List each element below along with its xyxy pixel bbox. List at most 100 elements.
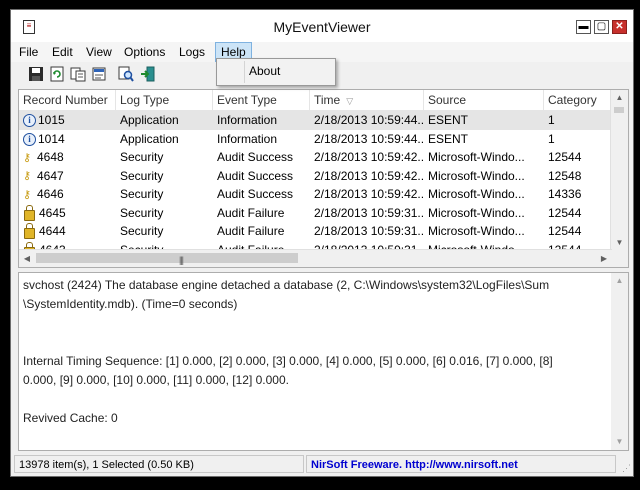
record-number-text: 1015 (38, 113, 65, 127)
time-cell: 2/18/2013 10:59:42... (314, 187, 424, 201)
nirsoft-link[interactable]: NirSoft Freeware. http://www.nirsoft.net (306, 455, 616, 473)
log-type-cell: Application (120, 113, 179, 127)
source-cell: ESENT (428, 131, 469, 146)
description-line: Internal Timing Sequence: [1] 0.000, [2]… (23, 354, 553, 368)
table-row[interactable]: ⚷ 4647 Security Audit Success 2/18/2013 10:5… (19, 167, 628, 186)
log-type-cell: Security (120, 150, 164, 164)
table-row[interactable]: ⚷ 4648 Security Audit Success 2/18/2013 10:5… (19, 148, 628, 167)
event-type-cell: Audit Success (217, 187, 294, 201)
menu-separator (244, 61, 245, 83)
key-icon: ⚷ (23, 151, 32, 164)
menu-edit[interactable]: Edit (47, 42, 78, 62)
column-header-time[interactable]: Time ▽ (310, 90, 424, 110)
status-item-count: 13978 item(s), 1 Selected (0.50 KB) (14, 455, 304, 473)
log-type-cell: Security (120, 187, 164, 201)
refresh-icon[interactable] (48, 66, 66, 84)
record-number-text: 4645 (39, 205, 66, 220)
table-row[interactable]: 4645 Security Audit Failure 2/18/2013 10:59… (19, 204, 628, 223)
scroll-left-icon[interactable]: ◀ (19, 250, 35, 267)
menu-options[interactable]: Options (119, 42, 170, 62)
lock-icon (24, 223, 35, 240)
source-cell: Microsoft-Windo... (428, 150, 525, 164)
source-cell: ESENT (428, 113, 469, 127)
event-type-cell: Audit Failure (217, 205, 285, 220)
record-number-text: 1014 (38, 131, 65, 146)
close-button[interactable]: ✕ (612, 20, 627, 34)
scroll-down-icon[interactable]: ▼ (611, 434, 628, 450)
key-icon: ⚷ (23, 170, 32, 183)
key-icon: ⚷ (23, 188, 32, 201)
vertical-scroll-thumb[interactable] (614, 107, 624, 113)
column-header-log-type[interactable]: Log Type (116, 90, 213, 110)
horizontal-scroll-thumb[interactable]: ||| (36, 253, 298, 265)
source-cell: Microsoft-Windo... (428, 168, 525, 183)
lock-icon (24, 204, 35, 221)
save-icon[interactable] (27, 66, 45, 84)
event-type-cell: Information (217, 113, 278, 127)
menu-item-about[interactable]: About (249, 64, 280, 78)
event-list[interactable]: Record Number Log Type Event Type Time ▽ … (18, 89, 629, 268)
event-details-pane[interactable]: svchost (2424) The database engine detac… (18, 272, 629, 451)
record-number-cell: ⚷ 4647 (19, 167, 116, 185)
info-icon: i (23, 114, 36, 128)
scroll-up-icon[interactable]: ▲ (611, 90, 628, 106)
scroll-right-icon[interactable]: ▶ (596, 250, 612, 267)
minimize-button[interactable]: ▬ (576, 20, 591, 34)
time-cell: 2/18/2013 10:59:44... (314, 131, 424, 146)
resize-grip-icon[interactable]: ⋰ (622, 463, 631, 474)
list-header: Record Number Log Type Event Type Time ▽ … (19, 90, 628, 111)
table-row[interactable]: i 1014 Application Information 2/18/2013 10:… (19, 130, 628, 149)
horizontal-scrollbar[interactable]: ◀ ||| ▶ (19, 249, 612, 267)
column-header-time-label: Time (314, 93, 341, 107)
window-title: MyEventViewer (273, 19, 371, 35)
description-line: \SystemIdentity.mdb). (Time=0 seconds) (23, 297, 238, 311)
menu-logs[interactable]: Logs (174, 42, 210, 62)
time-cell: 2/18/2013 10:59:44... (314, 113, 424, 127)
help-dropdown-menu: About (216, 58, 336, 86)
time-cell: 2/18/2013 10:59:31... (314, 205, 424, 220)
record-number-cell: ⚷ 4646 (19, 185, 116, 203)
log-type-cell: Security (120, 168, 164, 183)
maximize-button[interactable]: ▢ (594, 20, 609, 34)
description-line: 0.000, [9] 0.000, [10] 0.000, [11] 0.000… (23, 373, 289, 387)
copy-icon[interactable] (69, 66, 87, 84)
menu-view[interactable]: View (81, 42, 117, 62)
log-type-cell: Security (120, 224, 164, 238)
description-line: Revived Cache: 0 (23, 411, 118, 425)
sort-descending-icon: ▽ (346, 96, 354, 106)
event-type-cell: Information (217, 131, 278, 146)
record-number-cell: 4644 (19, 222, 116, 240)
record-number-cell: i 1015 (19, 111, 116, 129)
record-number-text: 4647 (37, 168, 64, 183)
column-header-event-type[interactable]: Event Type (213, 90, 310, 110)
menu-file[interactable]: File (14, 42, 43, 62)
record-number-cell: 4645 (19, 204, 116, 222)
column-header-source[interactable]: Source (424, 90, 544, 110)
log-type-cell: Application (120, 131, 179, 146)
info-icon: i (23, 132, 36, 146)
title-bar[interactable]: ≡ MyEventViewer ▬ ▢ ✕ (11, 10, 633, 42)
vertical-scrollbar[interactable]: ▲ ▼ (610, 90, 628, 251)
table-row[interactable]: ⚷ 4646 Security Audit Success 2/18/2013 10:5… (19, 185, 628, 204)
record-number-text: 4648 (37, 150, 64, 164)
scroll-up-icon[interactable]: ▲ (611, 273, 628, 289)
table-row[interactable]: 4644 Security Audit Failure 2/18/2013 10:59… (19, 222, 628, 241)
time-cell: 2/18/2013 10:59:42... (314, 150, 424, 164)
log-type-cell: Security (120, 205, 164, 220)
record-number-text: 4646 (37, 187, 64, 201)
description-line: svchost (2424) The database engine detac… (23, 278, 550, 292)
properties-icon[interactable] (90, 66, 108, 84)
column-header-record-number[interactable]: Record Number (19, 90, 116, 110)
main-window: ≡ MyEventViewer ▬ ▢ ✕ File Edit View Opt… (10, 9, 634, 477)
event-type-cell: Audit Failure (217, 224, 285, 238)
table-row[interactable]: i 1015 Application Information 2/18/2013 10:… (19, 111, 628, 130)
scroll-down-icon[interactable]: ▼ (611, 235, 628, 251)
time-cell: 2/18/2013 10:59:42... (314, 168, 424, 183)
find-icon[interactable] (117, 66, 135, 84)
exit-icon[interactable] (139, 66, 157, 84)
source-cell: Microsoft-Windo... (428, 205, 525, 220)
scroll-grip-icon: ||| (179, 255, 184, 265)
details-vertical-scrollbar[interactable]: ▲ ▼ (611, 273, 628, 450)
source-cell: Microsoft-Windo... (428, 187, 525, 201)
event-type-cell: Audit Success (217, 150, 294, 164)
